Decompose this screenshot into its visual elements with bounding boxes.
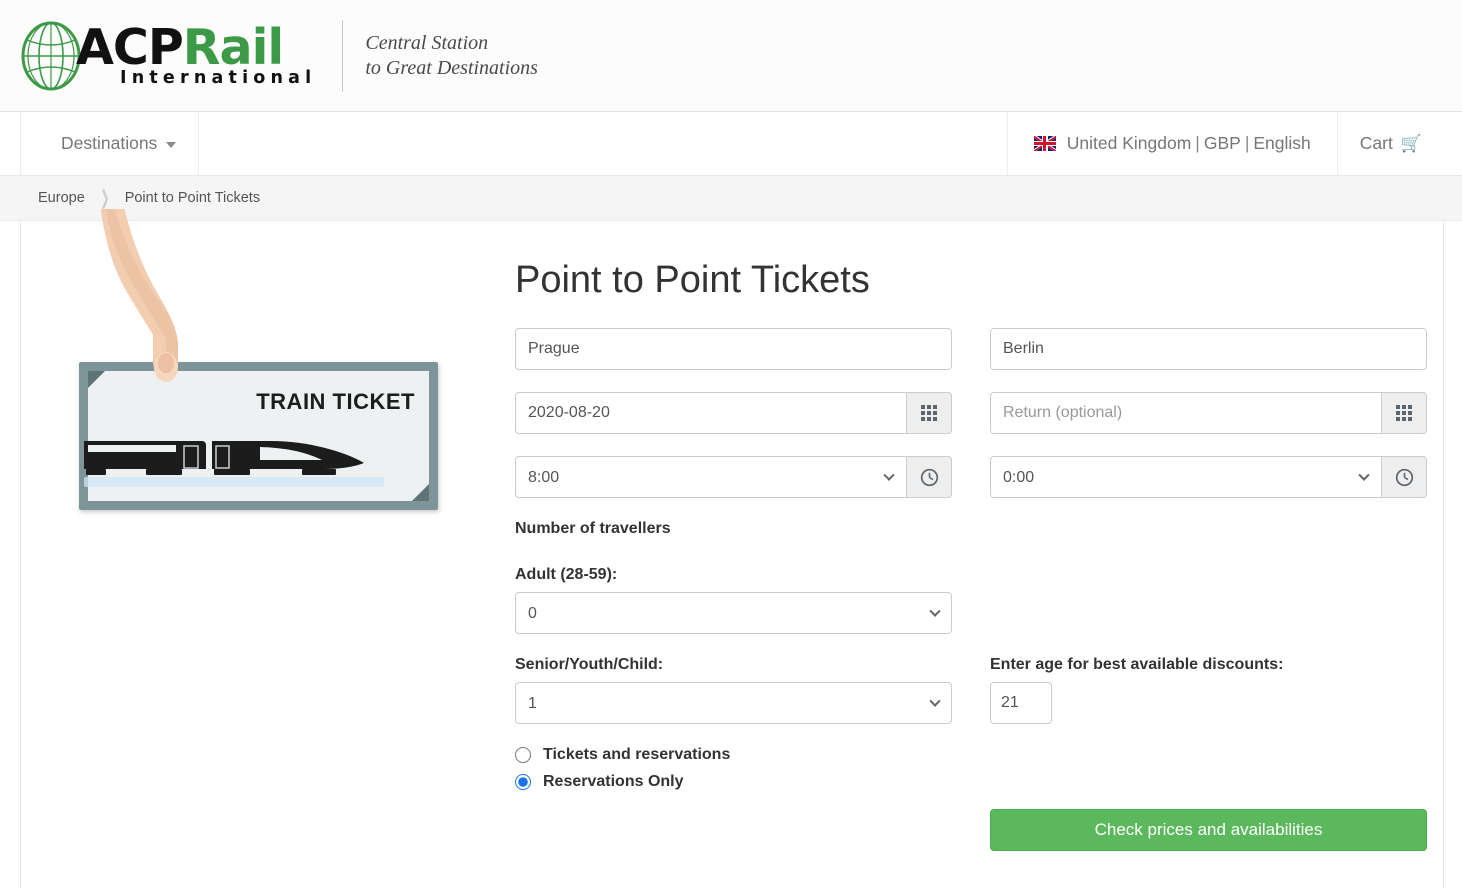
times-row: 0:001:002:003:004:005:006:007:008:009:00… <box>515 456 1427 498</box>
return-date-input[interactable] <box>990 392 1381 434</box>
locale-country: United Kingdom <box>1066 133 1192 153</box>
brand-tagline: Central Station to Great Destinations <box>365 31 538 81</box>
hand-icon <box>100 209 178 382</box>
calendar-grid-icon <box>1396 405 1412 421</box>
return-time-select[interactable]: 0:001:002:003:004:005:006:007:008:009:00… <box>990 456 1381 498</box>
hero-illustration: TRAIN TICKET <box>21 209 495 529</box>
locale-selector[interactable]: United Kingdom | GBP | English <box>1006 112 1338 175</box>
check-prices-button[interactable]: Check prices and availabilities <box>990 809 1427 851</box>
origin-col <box>515 328 952 370</box>
return-date-col <box>990 392 1427 434</box>
locale-currency: GBP <box>1203 133 1241 153</box>
submit-left-spacer <box>515 809 952 851</box>
radio-tickets-and-reservations[interactable]: Tickets and reservations <box>515 746 1427 764</box>
content-card: TRAIN TICKET Point to Point Tickets Prag… <box>20 209 1444 888</box>
departure-date-input[interactable] <box>515 392 906 434</box>
departure-calendar-button[interactable] <box>906 392 952 434</box>
radio-input-tickets-and-reservations[interactable] <box>515 747 531 763</box>
radio-input-reservations-only[interactable] <box>515 774 531 790</box>
locale-separator-2: | <box>1244 133 1250 153</box>
calendar-grid-icon <box>921 405 937 421</box>
breadcrumb-item-europe[interactable]: Europe <box>38 190 85 206</box>
train-ticket-graphic: TRAIN TICKET <box>79 362 438 510</box>
return-time-col: 0:001:002:003:004:005:006:007:008:009:00… <box>990 456 1427 498</box>
breadcrumb-item-current: Point to Point Tickets <box>124 190 261 206</box>
breadcrumb-separator-icon: ❯ <box>99 187 110 209</box>
ticket-type-radio-group: Tickets and reservations Reservations On… <box>515 746 1427 791</box>
shopping-cart-icon: 🛒 <box>1400 133 1422 153</box>
uk-flag-icon <box>1033 136 1056 151</box>
age-label: Enter age for best available discounts: <box>990 656 1284 673</box>
senior-youth-child-select[interactable]: 0123456 <box>515 682 952 724</box>
cart-button[interactable]: Cart 🛒 <box>1338 112 1444 175</box>
adult-col: Adult (28-59): 0123456 <box>515 566 952 634</box>
brand-logo[interactable]: ACPRail International Central Station to… <box>20 15 538 97</box>
radio-label-reservations-only: Reservations Only <box>543 773 684 790</box>
departure-time-button[interactable] <box>906 456 952 498</box>
tagline-line-1: Central Station <box>365 31 489 54</box>
return-time-button[interactable] <box>1381 456 1427 498</box>
dates-row <box>515 392 1427 434</box>
logo-divider <box>342 19 344 92</box>
adult-count-select[interactable]: 0123456 <box>515 592 952 634</box>
syc-row: Senior/Youth/Child: 0123456 Enter age fo… <box>515 656 1427 724</box>
age-col: Enter age for best available discounts: <box>990 656 1427 724</box>
clock-icon <box>920 468 938 486</box>
search-form: Point to Point Tickets Prague Berlin 202… <box>495 229 1449 851</box>
nav-destinations-label: Destinations <box>61 133 158 153</box>
origin-input[interactable] <box>515 328 952 370</box>
locale-language: English <box>1253 133 1311 153</box>
senior-youth-child-label: Senior/Youth/Child: <box>515 656 664 673</box>
breadcrumb: Europe ❯ Point to Point Tickets <box>0 176 1462 221</box>
tagline-line-2: to Great Destinations <box>365 56 538 79</box>
destination-col <box>990 328 1427 370</box>
syc-col: Senior/Youth/Child: 0123456 <box>515 656 952 724</box>
site-header: ACPRail International Central Station to… <box>0 0 1462 112</box>
return-calendar-button[interactable] <box>1381 392 1427 434</box>
adult-right-spacer <box>990 566 1427 634</box>
main-navbar: Destinations United Kingdom | GBP | Engl… <box>0 112 1462 176</box>
locale-separator-1: | <box>1195 133 1200 153</box>
depart-date-col <box>515 392 952 434</box>
submit-row: Check prices and availabilities <box>515 809 1427 851</box>
adult-row: Adult (28-59): 0123456 <box>515 566 1427 634</box>
brand-wordmark: ACPRail <box>76 23 316 73</box>
radio-reservations-only[interactable]: Reservations Only <box>515 773 1427 791</box>
travellers-heading: Number of travellers <box>515 520 671 537</box>
nav-destinations-dropdown[interactable]: Destinations <box>20 112 200 175</box>
departure-time-select[interactable]: 0:001:002:003:004:005:006:007:008:009:00… <box>515 456 906 498</box>
globe-icon <box>20 20 82 92</box>
age-input[interactable] <box>990 682 1052 724</box>
page-body: TRAIN TICKET Point to Point Tickets Prag… <box>0 209 1462 888</box>
clock-icon <box>1395 468 1413 486</box>
brand-subtitle: International <box>120 68 317 88</box>
stations-row <box>515 328 1427 370</box>
chevron-down-icon <box>166 142 177 148</box>
ticket-label-text: TRAIN TICKET <box>256 389 415 414</box>
radio-label-tickets-and-reservations: Tickets and reservations <box>543 746 731 763</box>
depart-time-col: 0:001:002:003:004:005:006:007:008:009:00… <box>515 456 952 498</box>
page-title: Point to Point Tickets <box>515 259 870 301</box>
train-icon <box>84 441 364 475</box>
adult-label: Adult (28-59): <box>515 566 618 583</box>
cart-label: Cart <box>1359 133 1393 153</box>
destination-input[interactable] <box>990 328 1427 370</box>
